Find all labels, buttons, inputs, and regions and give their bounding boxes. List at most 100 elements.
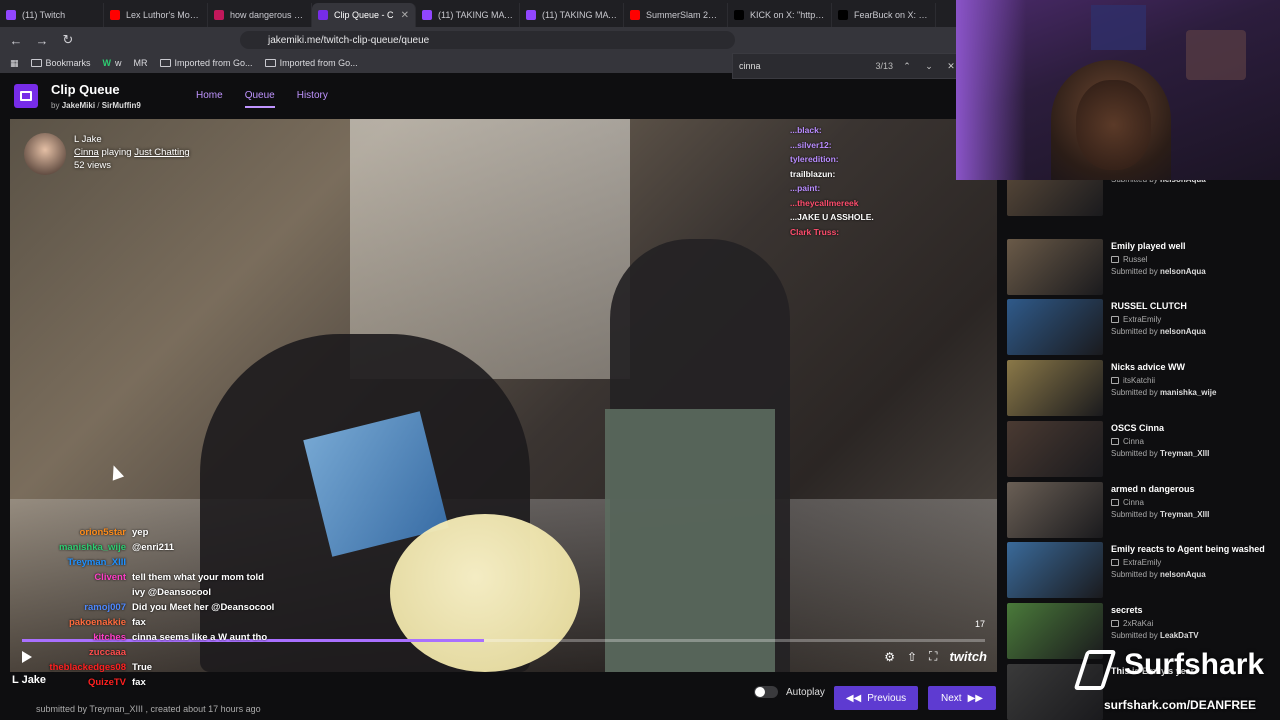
twitch-logo[interactable]: twitch (949, 649, 987, 664)
forward-icon[interactable]: → (32, 30, 52, 50)
clip-thumbnail[interactable] (1007, 481, 1103, 538)
queue-item[interactable]: Emily reacts to Agent being washed ExtraE… (1007, 542, 1277, 600)
app-header: Clip Queue by JakeMiki / SirMuffin9 Home… (0, 79, 1008, 116)
channel-icon (1111, 377, 1119, 385)
tab-title: (11) Twitch (22, 10, 66, 20)
bookmark-item[interactable]: Bookmarks (30, 58, 91, 68)
submitter-name: LeakDaTV (1159, 630, 1199, 640)
autoplay-toggle[interactable]: Autoplay (754, 686, 825, 698)
browser-tab[interactable]: (11) TAKING MAYA (520, 3, 624, 27)
channel-icon (1111, 255, 1119, 263)
clip-thumbnail[interactable] (1007, 360, 1103, 417)
browser-address-bar: ← → ↻ ⚑ jakemiki.me/twitch-clip-queue/qu… (0, 27, 960, 53)
chat-username: Clark Truss: (790, 226, 840, 237)
submitter-name: Treyman_XIII (1159, 448, 1210, 458)
chat-line: Clivent tell them what your mom told (0, 570, 274, 585)
clip-title: Emily played well (1111, 240, 1186, 251)
back-icon[interactable]: ← (6, 30, 26, 50)
chat-username (22, 585, 126, 600)
toggle-switch[interactable] (754, 686, 778, 698)
tab-favicon-icon (110, 10, 120, 20)
nav-home[interactable]: Home (196, 90, 223, 108)
clip-title: Nicks advice WW (1111, 362, 1186, 373)
browser-tab[interactable]: (11) TAKING MAYA (416, 3, 520, 27)
clip-thumbnail[interactable] (1007, 542, 1103, 599)
queue-item[interactable]: Emily played well Russel Submitted by nels… (1007, 238, 1277, 297)
close-tab-icon[interactable]: ✕ (401, 10, 409, 21)
browser-tab[interactable]: (11) Twitch (0, 3, 104, 27)
submitter-name: nelsonAqua (1159, 570, 1206, 580)
tab-title: Lex Luthor's Monke (126, 10, 201, 20)
chat-line: ivy @Deansocool (0, 585, 274, 600)
clip-channel: Cinna (1111, 437, 1209, 446)
bookmark-item[interactable]: MR (134, 58, 148, 68)
find-down-icon[interactable]: ⌄ (921, 61, 937, 72)
bookmark-item[interactable]: Imported from Go... (159, 58, 253, 68)
chat-line: zuccaaa (0, 645, 274, 660)
channel-icon (1111, 619, 1119, 627)
chat-line: theblackedges08 True (0, 660, 274, 675)
webcam-overlay (956, 0, 1280, 180)
submitted-by-label: Submitted by (1111, 630, 1158, 640)
video-frame (605, 409, 775, 672)
browser-tab[interactable]: KICK on X: "https:// (728, 3, 832, 27)
previous-button[interactable]: ◀◀ Previous (834, 686, 918, 710)
queue-item[interactable]: Nicks advice WW itsKatchii Submitted by ma… (1007, 360, 1277, 418)
tab-title: KICK on X: "https:// (750, 10, 825, 20)
settings-icon[interactable]: ⚙ (884, 650, 895, 664)
queue-item[interactable]: OSCS Cinna Cinna Submitted by Treyman_XIII (1007, 420, 1277, 479)
tab-favicon-icon (838, 10, 848, 20)
channel-name: itsKatchii (1123, 376, 1156, 386)
chat-username: ...black: (790, 125, 822, 135)
chat-message: cinna seems like a W aunt tho (132, 632, 268, 643)
browser-tab-bar: (11) Twitch Lex Luthor's Monke how dangero… (0, 0, 960, 27)
clip-header: L Jake Cinna playing Just Chatting 52 vi… (24, 133, 190, 175)
next-label: Next (941, 692, 962, 704)
channel-link[interactable]: Cinna (74, 147, 99, 158)
apps-icon[interactable]: ▦ (10, 58, 19, 69)
browser-tab[interactable]: how dangerous is lil (208, 3, 312, 27)
clip-queue-logo-icon[interactable] (14, 84, 38, 108)
avatar[interactable] (24, 133, 66, 175)
chat-message: @enri211 (132, 542, 175, 553)
queue-item[interactable]: armed n dangerous Cinna Submitted by Treym… (1007, 481, 1277, 540)
chat-username: pakoenakkie (68, 617, 126, 628)
chat-line: manishka_wije @enri211 (0, 540, 274, 555)
bookmark-item[interactable]: Ww (103, 58, 122, 68)
clip-thumbnail[interactable] (1007, 238, 1103, 295)
author-link[interactable]: JakeMiki (62, 101, 95, 110)
nav-history[interactable]: History (297, 90, 328, 108)
browser-tab[interactable]: FearBuck on X: "The (832, 3, 936, 27)
clip-thumbnail[interactable] (1007, 178, 1103, 216)
chat-username: Treyman_XIII (67, 557, 126, 568)
browser-tab[interactable]: Clip Queue - C ✕ (312, 3, 416, 27)
bookmark-item[interactable]: Imported from Go... (264, 58, 358, 68)
reload-icon[interactable]: ↻ (58, 30, 78, 50)
channel-icon (1111, 316, 1119, 324)
tab-favicon-icon (6, 10, 16, 20)
find-input[interactable]: cinna (739, 61, 869, 71)
fullscreen-icon[interactable]: ⛶ (929, 649, 937, 664)
next-button[interactable]: Next ▶▶ (928, 686, 996, 710)
author-link[interactable]: SirMuffin9 (102, 101, 141, 110)
clip-thumbnail[interactable] (1007, 299, 1103, 356)
chat-line: ...JAKE U ASSHOLE. (790, 210, 874, 225)
browser-tab[interactable]: Lex Luthor's Monke (104, 3, 208, 27)
chat-line: orion5star yep (0, 525, 274, 540)
chat-line: ...theycallmereek (790, 196, 874, 211)
clip-channel: Russel (1111, 255, 1206, 264)
queue-item[interactable]: RUSSEL CLUTCH ExtraEmily Submitted by nels… (1007, 299, 1277, 357)
nav-queue[interactable]: Queue (244, 90, 275, 108)
submitted-by-label: Submitted by (1111, 327, 1158, 337)
category-link[interactable]: Just Chatting (134, 147, 189, 158)
share-icon[interactable]: ⇧ (907, 650, 917, 664)
view-count: 52 views (74, 160, 111, 171)
url-input[interactable]: jakemiki.me/twitch-clip-queue/queue (240, 31, 735, 49)
chat-username: ...paint: (790, 183, 821, 193)
app-title: Clip Queue (51, 82, 120, 97)
find-up-icon[interactable]: ⌃ (899, 61, 915, 72)
browser-tab[interactable]: SummerSlam 2009: (624, 3, 728, 27)
channel-icon (1111, 498, 1119, 506)
queue-item[interactable]: ExtraEmilySubmitted by nelsonAqua (1007, 178, 1277, 218)
clip-thumbnail[interactable] (1007, 420, 1103, 477)
